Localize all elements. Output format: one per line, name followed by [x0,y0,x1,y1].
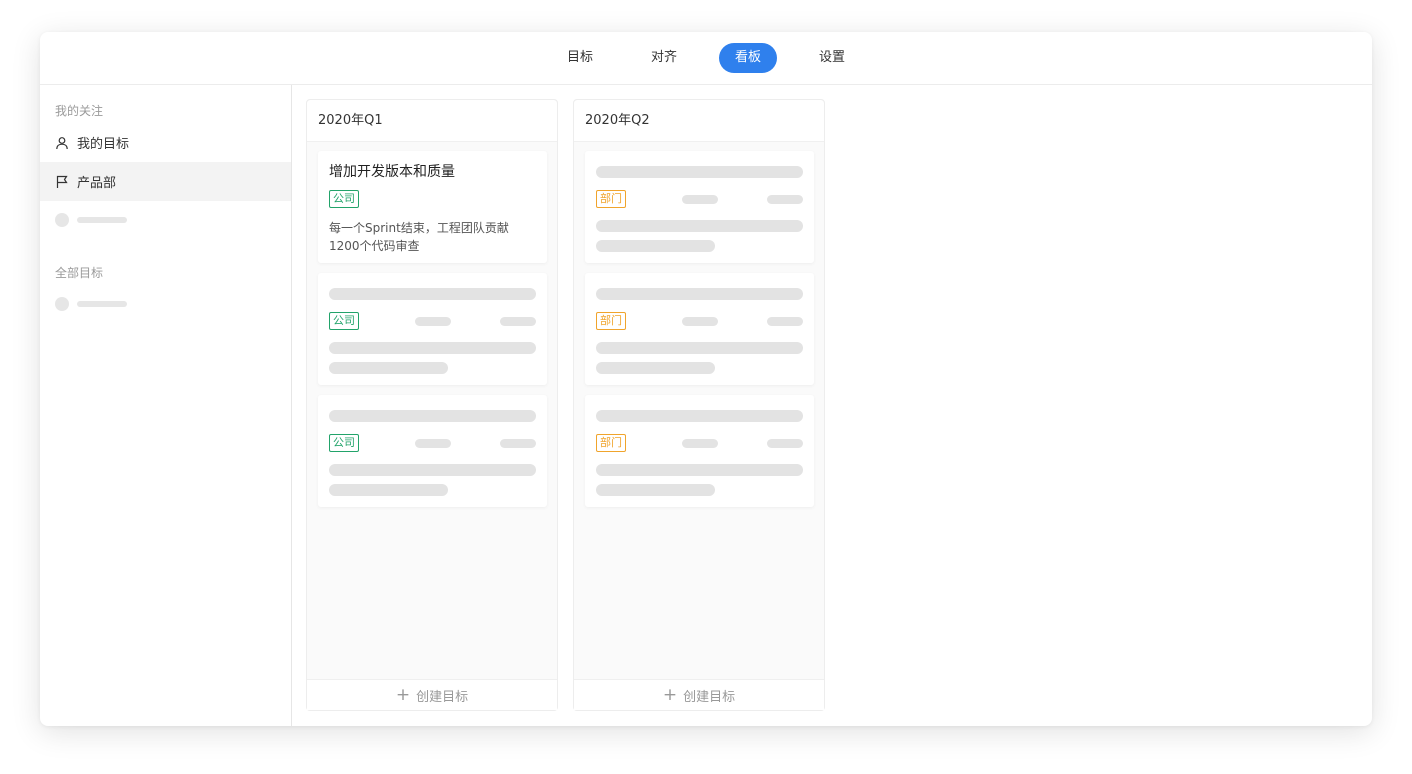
skeleton-bar [415,439,451,448]
skeleton-bar [329,342,536,354]
tag-department: 部门 [596,312,626,330]
skeleton-bar [596,362,715,374]
tag-company: 公司 [329,312,359,330]
tag-department: 部门 [596,434,626,452]
tag-company: 公司 [329,434,359,452]
placeholder-avatar [55,213,69,227]
skeleton-bar [596,464,803,476]
column-title: 2020年Q2 [574,100,824,142]
section-title-all-goals: 全部目标 [55,266,104,280]
create-goal-label: 创建目标 [683,689,736,705]
app-window: 目标 对齐 看板 设置 我的关注 我的目标 产品部 全部目标 2020年Q1 增… [40,32,1372,726]
skeleton-bar [596,220,803,232]
create-goal-label: 创建目标 [416,689,469,705]
skeleton-bar [596,288,803,300]
skeleton-bar [596,484,715,496]
goal-card[interactable]: 增加开发版本和质量 公司 每一个Sprint结束，工程团队贡献1200个代码审查 [318,151,547,263]
sidebar: 我的关注 我的目标 产品部 全部目标 [40,85,292,726]
skeleton-bar [329,362,448,374]
sidebar-placeholder-item [55,297,127,311]
tab-alignment[interactable]: 对齐 [635,43,693,73]
tag-company: 公司 [329,190,359,208]
tab-goals[interactable]: 目标 [551,43,609,73]
skeleton-bar [767,195,803,204]
skeleton-bar [596,342,803,354]
sidebar-item-my-goals[interactable]: 我的目标 [40,123,291,162]
section-title-following: 我的关注 [55,104,104,118]
skeleton-bar [596,240,715,252]
sidebar-item-label: 我的目标 [77,137,130,152]
skeleton-bar [329,410,536,422]
tab-settings[interactable]: 设置 [803,43,861,73]
skeleton-bar [596,166,803,178]
skeleton-bar [682,317,718,326]
placeholder-line [77,301,127,307]
goal-card-description: 每一个Sprint结束，工程团队贡献1200个代码审查 [329,221,509,253]
skeleton-bar [767,439,803,448]
skeleton-bar [596,410,803,422]
goal-card-skeleton[interactable]: 部门 [585,273,814,385]
tag-department: 部门 [596,190,626,208]
board-column-q2: 2020年Q2 部门 部门 部门 + 创建目标 [573,99,825,711]
sidebar-item-label: 产品部 [77,176,117,191]
skeleton-bar [329,464,536,476]
user-icon [56,136,68,149]
placeholder-line [77,217,127,223]
plus-icon: + [395,684,411,705]
skeleton-bar [500,317,536,326]
plus-icon: + [662,684,678,705]
goal-card-skeleton[interactable]: 公司 [318,273,547,385]
skeleton-bar [682,439,718,448]
goal-card-skeleton[interactable]: 部门 [585,395,814,507]
goal-card-skeleton[interactable]: 部门 [585,151,814,263]
goal-card-skeleton[interactable]: 公司 [318,395,547,507]
flag-icon [56,175,68,188]
create-goal-button[interactable]: + 创建目标 [574,679,824,710]
skeleton-bar [682,195,718,204]
skeleton-bar [500,439,536,448]
skeleton-bar [329,484,448,496]
tab-board[interactable]: 看板 [719,43,778,73]
goal-card-title: 增加开发版本和质量 [329,164,455,180]
placeholder-avatar [55,297,69,311]
skeleton-bar [767,317,803,326]
sidebar-item-product-dept[interactable]: 产品部 [40,162,291,201]
skeleton-bar [415,317,451,326]
board-column-q1: 2020年Q1 增加开发版本和质量 公司 每一个Sprint结束，工程团队贡献1… [306,99,558,711]
skeleton-bar [329,288,536,300]
sidebar-placeholder-item [55,213,127,227]
create-goal-button[interactable]: + 创建目标 [307,679,557,710]
column-title: 2020年Q1 [307,100,557,142]
top-nav: 目标 对齐 看板 设置 [40,32,1372,85]
